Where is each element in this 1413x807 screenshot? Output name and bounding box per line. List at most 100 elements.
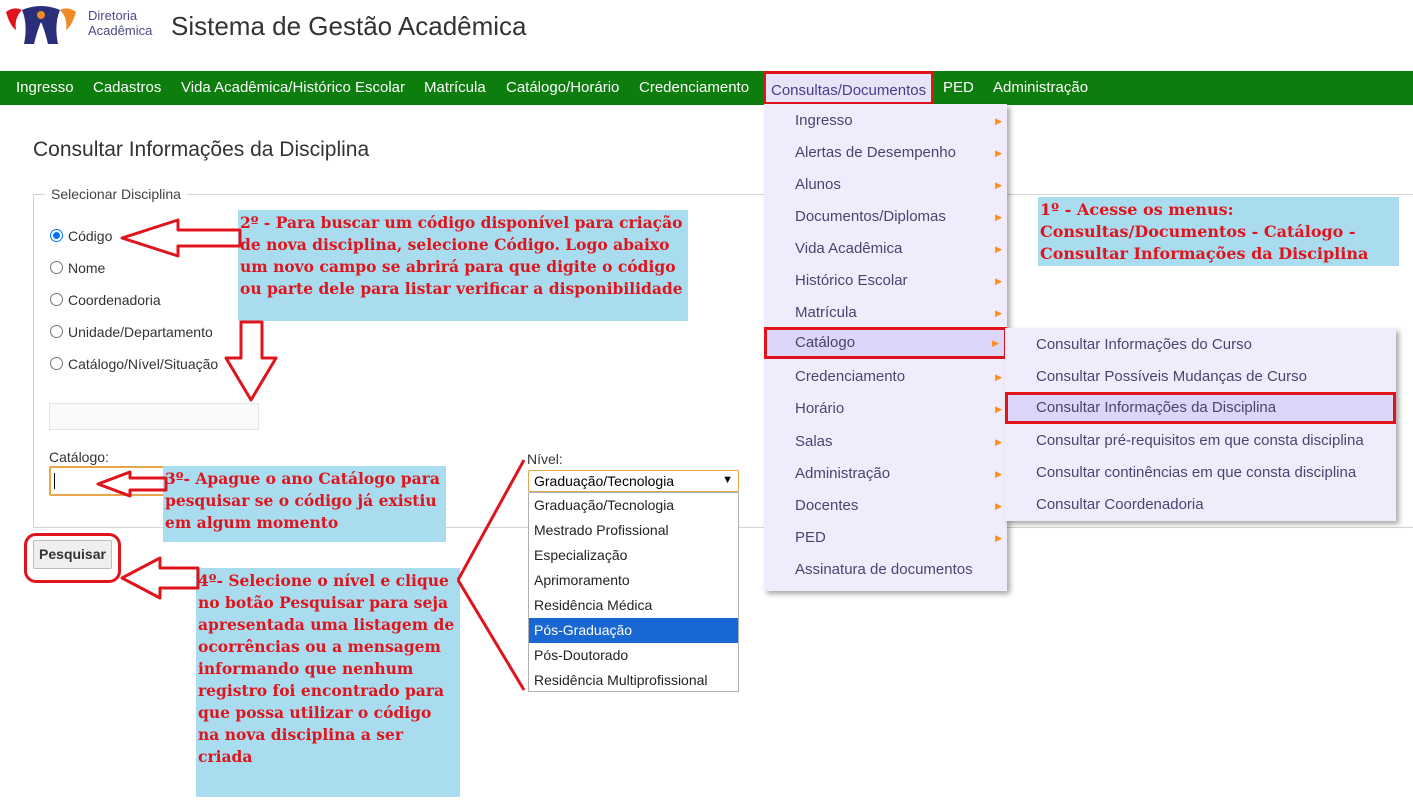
nivel-option[interactable]: Pós-Doutorado xyxy=(529,643,738,668)
menu-item-label: Credenciamento xyxy=(795,368,906,385)
text-caret xyxy=(54,473,55,489)
arrow-right-icon: ▶ xyxy=(995,437,1002,447)
menu-item-credenciamento[interactable]: Credenciamento ▶ xyxy=(764,361,1007,393)
radio-codigo[interactable]: Código xyxy=(50,228,112,244)
radio-nome[interactable]: Nome xyxy=(50,260,105,276)
menu-item-alunos[interactable]: Alunos ▶ xyxy=(764,169,1007,201)
annotation-step-2: 2º - Para buscar um código disponível pa… xyxy=(238,210,688,321)
arrow-right-icon: ▶ xyxy=(995,276,1002,286)
nav-matricula[interactable]: Matrícula xyxy=(424,79,486,96)
menu-item-label: Horário xyxy=(795,400,845,417)
arrow-right-icon: ▶ xyxy=(995,180,1002,190)
arrow-right-icon: ▶ xyxy=(995,469,1002,479)
menu-item-ingresso[interactable]: Ingresso ▶ xyxy=(764,105,1007,137)
nav-ped[interactable]: PED xyxy=(943,79,974,96)
logo-text: Diretoria Acadêmica xyxy=(88,8,152,38)
menu-item-horario[interactable]: Horário ▶ xyxy=(764,393,1007,425)
nivel-select[interactable]: Graduação/Tecnologia ▼ xyxy=(528,470,739,492)
app-title: Sistema de Gestão Acadêmica xyxy=(171,11,527,41)
logo-line-1: Diretoria xyxy=(88,8,138,23)
submenu-item-coordenadoria[interactable]: Consultar Coordenadoria xyxy=(1005,489,1396,521)
logo-line-2: Acadêmica xyxy=(88,23,153,38)
nivel-selected-value: Graduação/Tecnologia xyxy=(534,473,675,489)
radio-coordenadoria[interactable]: Coordenadoria xyxy=(50,292,161,308)
fieldset-legend: Selecionar Disciplina xyxy=(45,186,187,202)
radio-catalogo-nivel-situacao[interactable]: Catálogo/Nível/Situação xyxy=(50,356,218,372)
arrow-right-icon: ▶ xyxy=(992,338,999,348)
menu-item-assinatura[interactable]: Assinatura de documentos xyxy=(764,554,1007,586)
arrow-right-icon: ▶ xyxy=(995,533,1002,543)
menu-item-label: Docentes xyxy=(795,497,859,514)
submenu-item-mudancas-curso[interactable]: Consultar Possíveis Mudanças de Curso xyxy=(1005,361,1396,393)
submenu-item-continencias[interactable]: Consultar continências em que consta dis… xyxy=(1005,457,1396,489)
nivel-option[interactable]: Residência Multiprofissional xyxy=(529,668,738,693)
nivel-option-highlighted[interactable]: Pós-Graduação xyxy=(529,618,738,643)
radio-label: Unidade/Departamento xyxy=(68,324,213,340)
menu-item-catalogo[interactable]: Catálogo ▶ xyxy=(764,327,1007,359)
menu-item-vida-academica[interactable]: Vida Acadêmica ▶ xyxy=(764,233,1007,265)
menu-item-alertas[interactable]: Alertas de Desempenho ▶ xyxy=(764,137,1007,169)
nav-ingresso[interactable]: Ingresso xyxy=(16,79,74,96)
nav-catalogo-horario[interactable]: Catálogo/Horário xyxy=(506,79,619,96)
nivel-option[interactable]: Graduação/Tecnologia xyxy=(529,493,738,518)
radio-unidade-departamento[interactable]: Unidade/Departamento xyxy=(50,324,213,340)
annotation-step-1: 1º - Acesse os menus: Consultas/Document… xyxy=(1038,197,1399,266)
menu-item-label: Salas xyxy=(795,433,833,450)
menu-item-label: Alunos xyxy=(795,176,841,193)
radio-icon[interactable] xyxy=(50,261,63,274)
menu-item-salas[interactable]: Salas ▶ xyxy=(764,426,1007,458)
main-navbar: Ingresso Cadastros Vida Acadêmica/Histór… xyxy=(0,71,1413,105)
menu-item-label: Documentos/Diplomas xyxy=(795,208,946,225)
submenu-item-curso[interactable]: Consultar Informações do Curso xyxy=(1005,329,1396,361)
nav-credenciamento[interactable]: Credenciamento xyxy=(639,79,749,96)
nav-cadastros[interactable]: Cadastros xyxy=(93,79,161,96)
radio-label: Catálogo/Nível/Situação xyxy=(68,356,219,372)
arrow-right-icon: ▶ xyxy=(995,372,1002,382)
arrow-right-icon: ▶ xyxy=(995,501,1002,511)
annotation-step-3: 3º- Apague o ano Catálogo para pesquisar… xyxy=(163,466,446,542)
menu-item-label: Administração xyxy=(795,465,891,482)
arrow-left-icon xyxy=(120,556,200,600)
nivel-option[interactable]: Mestrado Profissional xyxy=(529,518,738,543)
arrow-right-icon: ▶ xyxy=(995,404,1002,414)
radio-label: Código xyxy=(68,228,113,244)
menu-item-historico[interactable]: Histórico Escolar ▶ xyxy=(764,265,1007,297)
consultas-dropdown-menu: Ingresso ▶ Alertas de Desempenho ▶ Alunos ▶… xyxy=(764,104,1007,591)
arrow-right-icon: ▶ xyxy=(995,212,1002,222)
arrow-right-icon: ▶ xyxy=(995,116,1002,126)
nav-consultas-documentos[interactable]: Consultas/Documentos xyxy=(763,71,935,105)
radio-checked-icon[interactable] xyxy=(50,229,63,242)
menu-item-administracao[interactable]: Administração ▶ xyxy=(764,458,1007,490)
radio-icon[interactable] xyxy=(50,293,63,306)
nivel-option[interactable]: Residência Médica xyxy=(529,593,738,618)
catalogo-input[interactable] xyxy=(49,466,169,496)
submenu-item-disciplina[interactable]: Consultar Informações da Disciplina xyxy=(1005,392,1396,424)
highlight-ring xyxy=(24,533,121,583)
radio-label: Coordenadoria xyxy=(68,292,161,308)
menu-item-label: Ingresso xyxy=(795,112,853,129)
codigo-search-input[interactable] xyxy=(49,403,259,430)
radio-icon[interactable] xyxy=(50,325,63,338)
logo-icon xyxy=(6,6,76,44)
radio-icon[interactable] xyxy=(50,357,63,370)
nivel-option[interactable]: Especialização xyxy=(529,543,738,568)
menu-item-label: Alertas de Desempenho xyxy=(795,144,956,161)
catalogo-label: Catálogo: xyxy=(49,449,109,465)
nivel-option[interactable]: Aprimoramento xyxy=(529,568,738,593)
menu-item-docentes[interactable]: Docentes ▶ xyxy=(764,490,1007,522)
arrow-right-icon: ▶ xyxy=(995,148,1002,158)
menu-item-documentos[interactable]: Documentos/Diplomas ▶ xyxy=(764,201,1007,233)
annotation-step-4: 4º- Selecione o nível e clique no botão … xyxy=(196,568,460,797)
page-title: Consultar Informações da Disciplina xyxy=(33,138,370,161)
header: Diretoria Acadêmica Sistema de Gestão Ac… xyxy=(0,0,1413,70)
nav-vida-academica[interactable]: Vida Acadêmica/Histórico Escolar xyxy=(181,79,405,96)
menu-item-matricula[interactable]: Matrícula ▶ xyxy=(764,297,1007,329)
radio-label: Nome xyxy=(68,260,106,276)
menu-item-label: Histórico Escolar xyxy=(795,272,908,289)
menu-item-ped[interactable]: PED ▶ xyxy=(764,522,1007,554)
nav-administracao[interactable]: Administração xyxy=(993,79,1088,96)
menu-item-label: PED xyxy=(795,529,826,546)
submenu-item-pre-requisitos[interactable]: Consultar pré-requisitos em que consta d… xyxy=(1005,425,1396,457)
catalogo-submenu: Consultar Informações do Curso Consultar… xyxy=(1005,328,1396,521)
menu-item-label: Assinatura de documentos xyxy=(795,561,973,578)
